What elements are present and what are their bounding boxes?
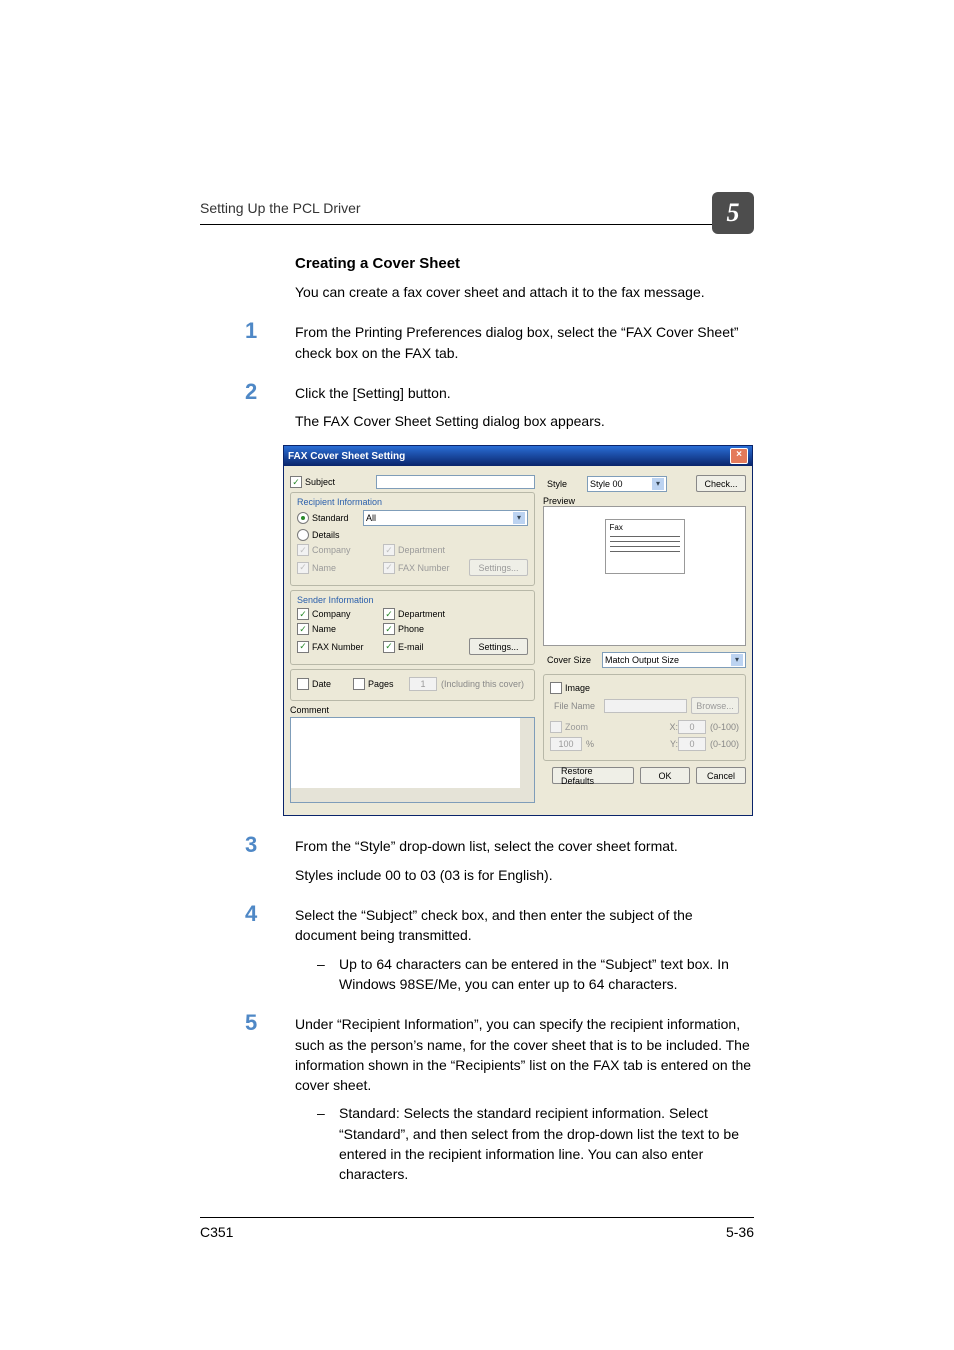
zoom-pct: % <box>586 739 594 749</box>
x-spinner: 0 <box>678 720 706 734</box>
date-label: Date <box>312 679 331 689</box>
step-number-4: 4 <box>245 903 295 925</box>
step-5-bullet: Standard: Selects the standard recipient… <box>339 1103 754 1184</box>
zoom-label: Zoom <box>565 722 588 732</box>
ri-faxnumber-label: FAX Number <box>398 563 450 573</box>
si-department-checkbox[interactable]: ✓Department <box>383 608 463 620</box>
bullet-dash: – <box>317 1103 339 1184</box>
x-label: X: <box>669 722 678 732</box>
details-label: Details <box>312 530 340 540</box>
fax-cover-sheet-dialog: FAX Cover Sheet Setting × ✓Subject Recip… <box>283 445 753 816</box>
pages-checkbox[interactable]: Pages <box>353 678 403 690</box>
si-phone-checkbox[interactable]: ✓Phone <box>383 623 463 635</box>
ri-department-checkbox: ✓Department <box>383 544 463 556</box>
image-checkbox[interactable]: Image <box>550 682 600 694</box>
pages-spinner: 1 <box>409 677 437 691</box>
si-company-label: Company <box>312 609 351 619</box>
step-3-sub: Styles include 00 to 03 (03 is for Engli… <box>295 865 754 885</box>
dialog-title: FAX Cover Sheet Setting <box>288 451 405 462</box>
subject-checkbox[interactable]: ✓Subject <box>290 476 370 488</box>
y-range: (0-100) <box>710 739 739 749</box>
style-label: Style <box>547 479 587 489</box>
si-name-label: Name <box>312 624 336 634</box>
si-faxnumber-label: FAX Number <box>312 642 364 652</box>
step-4-text: Select the “Subject” check box, and then… <box>295 905 754 946</box>
ri-department-label: Department <box>398 545 445 555</box>
chevron-down-icon: ▾ <box>731 654 743 666</box>
step-2-sub: The FAX Cover Sheet Setting dialog box a… <box>295 411 754 431</box>
standard-label: Standard <box>312 513 349 523</box>
step-4-bullet: Up to 64 characters can be entered in th… <box>339 954 754 995</box>
filename-label: File Name <box>554 701 604 711</box>
footer-page-number: 5-36 <box>726 1224 754 1240</box>
bullet-dash: – <box>317 954 339 995</box>
step-number-1: 1 <box>245 320 295 342</box>
preview-label: Preview <box>543 496 746 506</box>
image-label: Image <box>565 683 590 693</box>
y-label: Y: <box>670 739 678 749</box>
ri-company-label: Company <box>312 545 351 555</box>
standard-radio[interactable]: Standard <box>297 512 357 524</box>
si-email-label: E-mail <box>398 642 424 652</box>
section-intro: You can create a fax cover sheet and att… <box>295 282 754 302</box>
close-icon[interactable]: × <box>730 448 748 464</box>
date-checkbox[interactable]: Date <box>297 678 347 690</box>
y-spinner: 0 <box>678 737 706 751</box>
standard-select[interactable]: All ▾ <box>363 510 528 526</box>
section-heading: Creating a Cover Sheet <box>295 255 754 272</box>
running-head: Setting Up the PCL Driver <box>200 200 361 216</box>
zoom-checkbox: Zoom <box>550 721 594 733</box>
details-radio[interactable]: Details <box>297 529 357 541</box>
pages-label: Pages <box>368 679 394 689</box>
ri-name-checkbox: ✓Name <box>297 562 377 574</box>
style-select-value: Style 00 <box>590 479 623 489</box>
cancel-button[interactable]: Cancel <box>696 767 746 784</box>
si-phone-label: Phone <box>398 624 424 634</box>
subject-input[interactable] <box>376 475 535 489</box>
subject-label: Subject <box>305 477 335 487</box>
scrollbar-vertical[interactable] <box>520 718 534 788</box>
browse-button: Browse... <box>691 697 739 714</box>
ri-faxnumber-checkbox: ✓FAX Number <box>383 562 463 574</box>
restore-defaults-button[interactable]: Restore Defaults <box>552 767 634 784</box>
si-department-label: Department <box>398 609 445 619</box>
step-number-2: 2 <box>245 381 295 403</box>
comment-label: Comment <box>290 705 535 715</box>
ri-name-label: Name <box>312 563 336 573</box>
comment-textarea[interactable] <box>290 717 535 803</box>
step-number-3: 3 <box>245 834 295 856</box>
cover-size-label: Cover Size <box>547 655 602 665</box>
chapter-number-badge: 5 <box>712 192 754 234</box>
step-3-text: From the “Style” drop-down list, select … <box>295 836 754 856</box>
footer-model: C351 <box>200 1224 233 1240</box>
scrollbar-horizontal[interactable] <box>291 788 534 802</box>
pages-note: (Including this cover) <box>441 679 524 689</box>
preview-pane: Fax <box>543 506 746 646</box>
si-company-checkbox[interactable]: ✓Company <box>297 608 377 620</box>
step-number-5: 5 <box>245 1012 295 1034</box>
cover-size-value: Match Output Size <box>605 655 679 665</box>
step-5-text: Under “Recipient Information”, you can s… <box>295 1014 754 1095</box>
filename-input <box>604 699 687 713</box>
step-2-text: Click the [Setting] button. <box>295 383 754 403</box>
cover-size-select[interactable]: Match Output Size ▾ <box>602 652 746 668</box>
sender-info-legend: Sender Information <box>297 595 528 605</box>
ri-settings-button: Settings... <box>469 559 528 576</box>
recipient-info-legend: Recipient Information <box>297 497 528 507</box>
ok-button[interactable]: OK <box>640 767 690 784</box>
standard-select-value: All <box>366 513 376 523</box>
si-email-checkbox[interactable]: ✓E-mail <box>383 641 463 653</box>
preview-fax-label: Fax <box>610 523 680 532</box>
si-settings-button[interactable]: Settings... <box>469 638 528 655</box>
step-1-text: From the Printing Preferences dialog box… <box>295 320 754 363</box>
zoom-value-spinner: 100 <box>550 737 582 751</box>
check-button[interactable]: Check... <box>696 475 746 492</box>
chevron-down-icon: ▾ <box>513 512 525 524</box>
si-faxnumber-checkbox[interactable]: ✓FAX Number <box>297 641 377 653</box>
si-name-checkbox[interactable]: ✓Name <box>297 623 377 635</box>
x-range: (0-100) <box>710 722 739 732</box>
style-select[interactable]: Style 00 ▾ <box>587 476 667 492</box>
ri-company-checkbox: ✓Company <box>297 544 377 556</box>
chevron-down-icon: ▾ <box>652 478 664 490</box>
